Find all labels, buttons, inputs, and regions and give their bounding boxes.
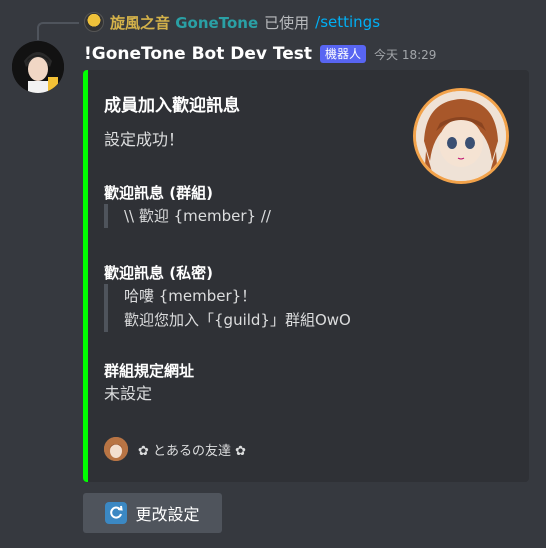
reply-spine — [37, 22, 79, 40]
dm-welcome-line-1: 哈嘍 {member}！ — [124, 287, 257, 305]
field-value-group-welcome: \\ 歡迎 {member} // — [104, 204, 271, 228]
footer-text: ✿ とあるの友達 ✿ — [138, 443, 247, 459]
bot-avatar[interactable] — [12, 41, 64, 93]
message-header: !GoneTone Bot Dev Test 機器人 今天 18:29 — [84, 42, 436, 66]
embed-footer: ✿ とあるの友達 ✿ — [104, 437, 246, 461]
reply-user-avatar[interactable] — [84, 12, 104, 32]
change-settings-label: 更改設定 — [135, 505, 200, 524]
change-settings-button[interactable]: 更改設定 — [83, 493, 222, 533]
field-value-rules-url: 未設定 — [104, 384, 153, 403]
reply-used-label: 已使用 — [264, 13, 310, 32]
embed-thumbnail[interactable] — [413, 88, 509, 184]
reply-username-zh[interactable]: 旋風之音 — [110, 14, 170, 32]
author-username[interactable]: !GoneTone Bot Dev Test — [84, 44, 312, 64]
bot-badge: 機器人 — [320, 45, 367, 63]
field-name-rules-url: 群組規定網址 — [104, 362, 195, 380]
reply-command[interactable]: /settings — [315, 13, 380, 31]
embed: 成員加入歡迎訊息 設定成功！ 歡迎訊息 (群組) \\ 歡迎 {member} … — [83, 70, 529, 482]
reply-username[interactable]: 旋風之音 GoneTone — [110, 12, 258, 33]
reply-username-en[interactable]: GoneTone — [175, 14, 258, 32]
dm-welcome-line-2: 歡迎您加入「{guild}」群組OwO — [124, 311, 351, 329]
field-value-dm-welcome: 哈嘍 {member}！ 歡迎您加入「{guild}」群組OwO — [104, 284, 351, 332]
reply-reference[interactable]: 旋風之音 GoneTone 已使用 /settings — [84, 11, 380, 33]
refresh-icon — [105, 502, 128, 524]
field-name-group-welcome: 歡迎訊息 (群組) — [104, 184, 213, 202]
field-name-dm-welcome: 歡迎訊息 (私密) — [104, 264, 213, 282]
group-welcome-line: \\ 歡迎 {member} // — [124, 207, 271, 225]
embed-title: 成員加入歡迎訊息 — [104, 96, 240, 116]
message-timestamp[interactable]: 今天 18:29 — [374, 46, 436, 63]
embed-description: 設定成功！ — [104, 130, 185, 149]
footer-avatar-icon — [104, 437, 128, 461]
